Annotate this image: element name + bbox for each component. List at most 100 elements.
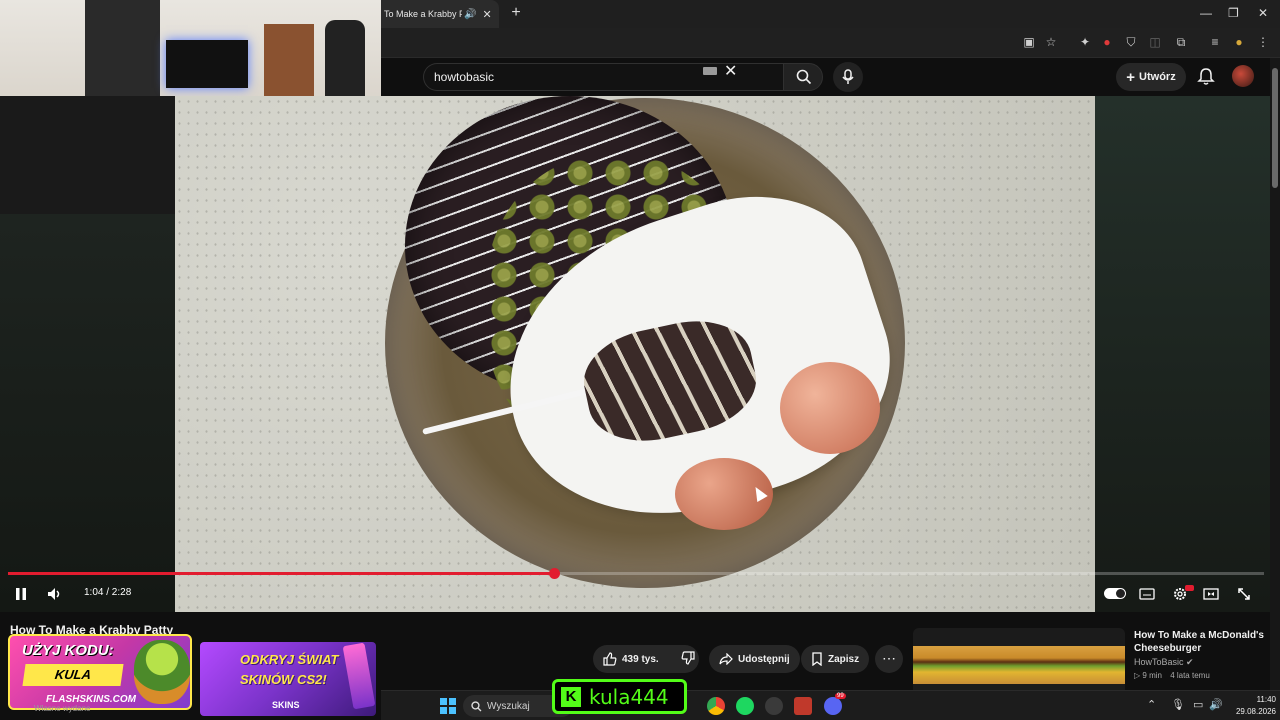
save-button[interactable]: Zapisz	[801, 645, 870, 673]
hd-badge	[1185, 585, 1194, 591]
spotify-icon[interactable]	[736, 697, 754, 715]
autoplay-toggle[interactable]	[1104, 588, 1126, 599]
video-player[interactable]	[0, 96, 1270, 612]
maximize-button[interactable]: ❐	[1228, 6, 1239, 20]
recommended-channel[interactable]: HowToBasic ✔	[1134, 657, 1194, 668]
scrollbar-thumb[interactable]	[1272, 68, 1278, 188]
ad-brand: SKINS	[272, 700, 300, 710]
create-button[interactable]: + Utwórz	[1116, 63, 1186, 91]
more-actions-button[interactable]: ⋯	[875, 645, 903, 673]
volume-icon	[48, 588, 60, 600]
windows-taskbar: Wyszukaj 99 ⌃ 🎙 ▭ 🔊 11:40 29.08.2026	[381, 690, 1280, 720]
miniplayer-button[interactable]	[1202, 584, 1220, 604]
share-button[interactable]: Udostępnij	[709, 645, 800, 673]
windows-start-icon[interactable]	[440, 698, 456, 714]
browser-toolbar: ▣ ☆ ✦ ● ⛉ ◫ ⧉ ≡ ● ⋮	[381, 28, 1280, 58]
menu-kebab-icon[interactable]: ⋮	[1255, 34, 1271, 50]
taskbar-search-placeholder: Wyszukaj	[487, 700, 530, 712]
chrome-icon[interactable]	[707, 697, 725, 715]
bookmark-icon	[812, 652, 822, 666]
close-tab-icon[interactable]: ✕	[482, 8, 491, 21]
plus-icon: +	[1126, 68, 1136, 86]
ad-code: KULA	[22, 664, 124, 686]
progress-bar[interactable]	[8, 568, 1264, 579]
discord-badge: 99	[835, 693, 846, 699]
extension-red-icon[interactable]: ●	[1099, 34, 1115, 50]
verified-icon: ✔	[1186, 657, 1194, 667]
fullscreen-exit-icon	[1238, 588, 1250, 600]
steam-icon[interactable]	[765, 697, 783, 715]
flashskins-ad: UŻYJ KODU: KULA FLASHSKINS.COM	[8, 634, 192, 710]
tv	[166, 40, 248, 88]
profile-icon[interactable]: ●	[1231, 34, 1247, 50]
minimize-button[interactable]: —	[1200, 6, 1212, 20]
voice-search-button[interactable]	[833, 62, 863, 92]
shield-icon[interactable]: ⛉	[1123, 34, 1139, 50]
recommended-age: 4 lata temu	[1170, 671, 1210, 680]
miniplayer-icon	[1203, 588, 1219, 600]
search-button[interactable]	[783, 63, 823, 91]
share-label: Udostępnij	[738, 653, 790, 665]
pause-button[interactable]	[12, 584, 30, 604]
like-count: 439 tys.	[622, 653, 659, 665]
kick-channel-badge: K kula444	[552, 679, 687, 714]
network-icon[interactable]: ▭	[1193, 698, 1203, 711]
tray-chevron-icon[interactable]: ⌃	[1147, 698, 1156, 711]
skins-ad: ODKRYJ ŚWIAT SKINÓW CS2! SKINS	[200, 642, 376, 716]
bookmark-star-icon[interactable]: ☆	[1043, 34, 1059, 50]
puzzle-icon[interactable]: ⧉	[1173, 34, 1189, 50]
close-window-button[interactable]: ✕	[1258, 6, 1268, 20]
time-display: 1:04 / 2:28	[84, 587, 132, 598]
play-icon: ▷	[1134, 671, 1141, 680]
speaker-icon[interactable]: 🔊	[464, 9, 476, 20]
discord-icon[interactable]	[824, 697, 842, 715]
recommended-video-title[interactable]: How To Make a McDonald's Cheeseburger	[1134, 629, 1274, 655]
save-label: Zapisz	[828, 653, 860, 665]
egg	[780, 362, 880, 454]
youtube-header: howtobasic ✕ + Utwórz	[381, 58, 1280, 96]
ad-line2: SKINÓW CS2!	[240, 672, 327, 687]
page-scrollbar[interactable]	[1270, 58, 1280, 690]
pause-icon	[16, 588, 26, 600]
volume-button[interactable]	[45, 584, 65, 604]
keyboard-icon[interactable]	[703, 67, 717, 75]
thumbs-down-icon	[681, 650, 695, 665]
like-dislike-group: 439 tys.	[593, 645, 699, 673]
cast-icon[interactable]: ▣	[1021, 34, 1037, 50]
dislike-button[interactable]	[681, 650, 695, 668]
reading-list-icon[interactable]: ≡	[1207, 34, 1223, 50]
like-button[interactable]: 439 tys.	[603, 652, 659, 666]
recommended-duration: 9 min	[1142, 671, 1162, 680]
clock-time: 11:40	[1256, 695, 1276, 704]
app-icon[interactable]	[794, 697, 812, 715]
mic-icon	[842, 69, 854, 84]
video-side-blur-left	[0, 214, 175, 612]
fullscreen-button[interactable]	[1235, 584, 1253, 604]
microphone-tray-icon[interactable]: 🎙	[1171, 698, 1185, 711]
channel-name: HowToBasic	[1134, 657, 1184, 667]
recommended-video-thumbnail[interactable]	[913, 628, 1125, 698]
recommended-meta: ▷ 9 min 4 lata temu	[1134, 671, 1210, 680]
new-tab-button[interactable]: +	[507, 4, 525, 22]
volume-tray-icon[interactable]: 🔊	[1209, 698, 1223, 711]
notifications-bell-icon[interactable]	[1196, 66, 1216, 86]
account-avatar[interactable]	[1232, 65, 1254, 87]
video-side-blur-right	[1095, 96, 1270, 612]
extension-icon[interactable]: ✦	[1077, 34, 1093, 50]
thumbs-up-icon	[603, 652, 617, 666]
search-icon	[796, 69, 812, 85]
clear-search-icon[interactable]: ✕	[724, 61, 737, 81]
turtle-mascot	[134, 640, 190, 704]
taskbar-clock[interactable]: 11:40 29.08.2026	[1228, 694, 1276, 718]
progress-played	[8, 572, 555, 575]
video-frame[interactable]	[175, 96, 1095, 612]
kick-username: kula444	[589, 684, 669, 709]
create-label: Utwórz	[1139, 71, 1176, 83]
clock-date: 29.08.2026	[1235, 707, 1276, 716]
share-icon	[719, 653, 733, 665]
browser-tab[interactable]: To Make a Krabby Patty 🔊 ✕	[381, 0, 499, 28]
tab-strip: To Make a Krabby Patty 🔊 ✕ + — ❐ ✕	[381, 0, 1280, 28]
extension-gray-icon[interactable]: ◫	[1147, 34, 1163, 50]
subtitles-button[interactable]	[1138, 584, 1156, 604]
search-icon	[471, 701, 482, 712]
